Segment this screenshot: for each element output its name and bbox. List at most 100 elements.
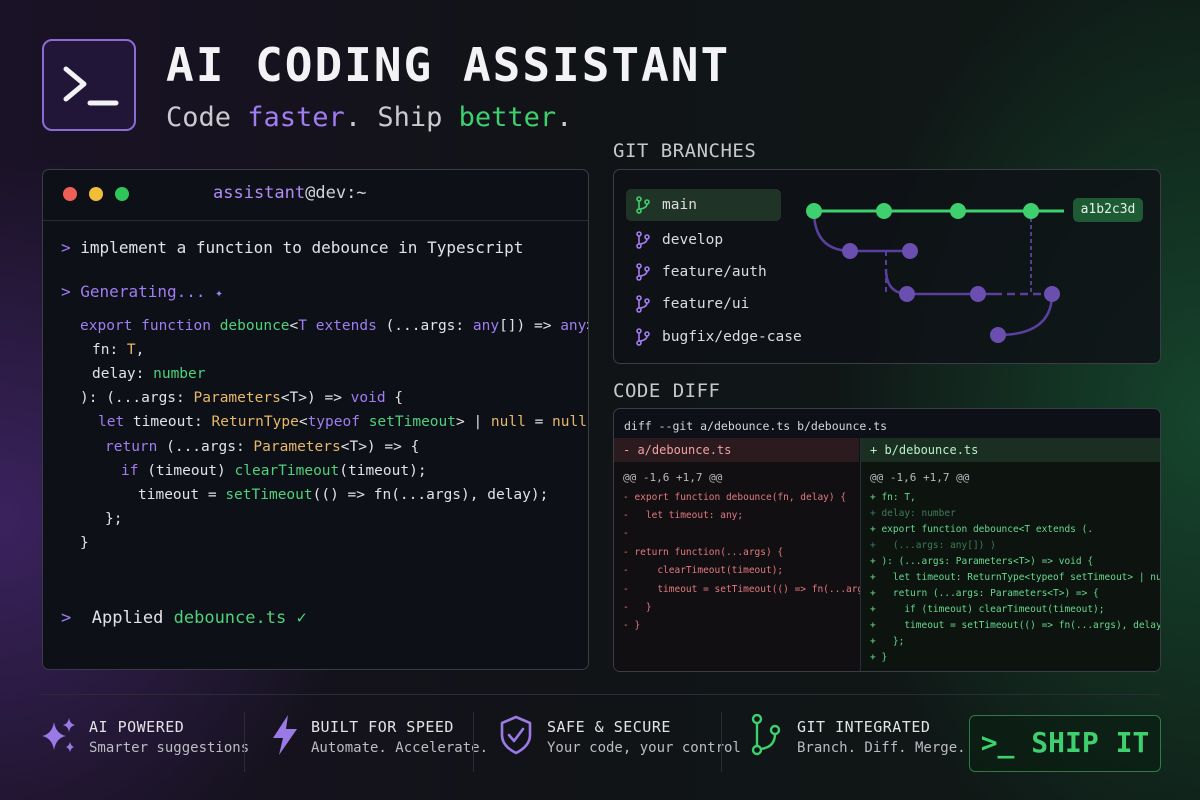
feature-subtitle: Branch. Diff. Merge. (797, 740, 966, 756)
diff-added-line: + return (...args: Parameters<T>) => { (870, 588, 1099, 599)
diff-added-line: + }; (870, 636, 905, 647)
diff-added-line: + export function debounce<T extends (. (870, 524, 1094, 535)
git-branch-icon (636, 196, 650, 214)
footer-separator (721, 712, 722, 772)
terminal-title: assistant@dev:~ (213, 183, 367, 203)
commit-node (876, 203, 892, 219)
feature-subtitle: Your code, your control (547, 740, 741, 756)
branch-item-develop[interactable]: develop (626, 224, 781, 256)
terminal-window: assistant@dev:~ > implement a function t… (42, 169, 589, 670)
code-diff-heading: CODE DIFF (613, 380, 721, 402)
tagline: Code faster. Ship better. (166, 102, 573, 133)
commit-node (1044, 286, 1060, 302)
commit-node (950, 203, 966, 219)
maximize-window-dot[interactable] (115, 187, 129, 201)
diff-hunk-header: @@ -1,6 +1,7 @@ (870, 471, 970, 484)
feature-ai-powered: AI POWERED Smarter suggestions (40, 712, 249, 772)
diff-added-line: + let timeout: ReturnType<typeof setTime… (870, 572, 1161, 583)
minimize-window-dot[interactable] (89, 187, 103, 201)
diff-added-line: + fn: T, (870, 492, 916, 503)
git-branch-icon (636, 295, 650, 313)
git-branch-icon (636, 328, 650, 346)
shield-check-icon (500, 715, 532, 755)
branch-label: develop (662, 232, 724, 248)
feature-title: BUILT FOR SPEED (311, 718, 454, 736)
diff-right-filename: + b/debounce.ts (861, 438, 1160, 462)
diff-removed-line: - let timeout: any; (623, 510, 744, 521)
diff-added-line: + } (870, 652, 888, 663)
feature-title: SAFE & SECURE (547, 718, 671, 736)
diff-added-line: + (...args: any[]) ) (870, 540, 996, 551)
close-window-dot[interactable] (63, 187, 77, 201)
code-line: let timeout: ReturnType<typeof setTimeou… (98, 414, 588, 430)
code-line: return (...args: Parameters<T>) => { (105, 439, 420, 455)
commit-hash-badge[interactable]: a1b2c3d (1073, 198, 1143, 222)
diff-removed-line: - clearTimeout(timeout); (623, 565, 784, 576)
diff-removed-line: - export function debounce(fn, delay) { (623, 492, 847, 503)
check-icon: ✓ (296, 608, 307, 628)
diff-added-line: + delay: number (870, 508, 956, 519)
git-branch-icon (636, 231, 650, 249)
branch-item-feature-auth[interactable]: feature/auth (626, 256, 781, 288)
lightning-icon (273, 715, 297, 755)
git-branch-icon (636, 263, 650, 281)
branch-item-feature-ui[interactable]: feature/ui (626, 288, 781, 320)
code-line: ): (...args: Parameters<T>) => void { (80, 390, 404, 406)
branch-label: main (662, 197, 697, 213)
diff-added-line: + timeout = setTimeout(() => fn(...args)… (870, 620, 1161, 631)
diff-removed-line: - (623, 528, 629, 539)
commit-node (970, 286, 986, 302)
code-line: }; (105, 511, 123, 527)
diff-left-filename: - a/debounce.ts (614, 438, 859, 462)
terminal-title-bar: assistant@dev:~ (43, 170, 588, 221)
feature-title: AI POWERED (89, 718, 185, 736)
diff-removed-line: - } (623, 620, 641, 631)
terminal-prompt-icon (63, 66, 119, 106)
commit-node (1023, 203, 1039, 219)
branch-label: feature/ui (662, 296, 750, 312)
feature-git-integrated: GIT INTEGRATED Branch. Diff. Merge. (750, 712, 966, 772)
diff-right-pane: + b/debounce.ts @@ -1,6 +1,7 @@ + fn: T,… (860, 438, 1161, 671)
commit-node (902, 243, 918, 259)
diff-header: diff --git a/debounce.ts b/debounce.ts (624, 419, 888, 433)
code-line: delay: number (92, 366, 206, 382)
feature-subtitle: Automate. Accelerate. (311, 740, 489, 756)
diff-removed-line: - } (623, 602, 652, 613)
ship-it-button[interactable]: >_ SHIP IT (969, 715, 1161, 772)
git-branch-icon (751, 714, 781, 756)
terminal-logo (42, 39, 136, 131)
commit-node (806, 203, 822, 219)
diff-added-line: + if (timeout) clearTimeout(timeout); (870, 604, 1105, 615)
code-line: } (80, 535, 89, 551)
footer-divider (40, 694, 1160, 695)
code-diff-panel: diff --git a/debounce.ts b/debounce.ts -… (613, 408, 1161, 672)
sparkle-icon: ✦ (215, 286, 223, 301)
branch-item-bugfix-edge-case[interactable]: bugfix/edge-case (626, 321, 802, 353)
code-line: fn: T, (92, 342, 145, 358)
commit-node (990, 327, 1006, 343)
diff-removed-line: - return function(...args) { (623, 547, 784, 558)
code-line: timeout = setTimeout(() => fn(...args), … (138, 487, 549, 503)
code-line: if (timeout) clearTimeout(timeout); (121, 463, 427, 479)
feature-subtitle: Smarter suggestions (89, 740, 250, 756)
commit-node (899, 286, 915, 302)
applied-status: > Applied debounce.ts ✓ (61, 608, 307, 628)
feature-safe-secure: SAFE & SECURE Your code, your control (499, 712, 741, 772)
branch-label: feature/auth (662, 264, 767, 280)
feature-title: GIT INTEGRATED (797, 718, 931, 736)
command-line: > implement a function to debounce in Ty… (61, 238, 524, 257)
page-title: AI CODING ASSISTANT (166, 38, 731, 92)
feature-built-for-speed: BUILT FOR SPEED Automate. Accelerate. (270, 712, 488, 772)
git-branches-heading: GIT BRANCHES (613, 140, 757, 162)
diff-left-pane: - a/debounce.ts @@ -1,6 +1,7 @@ - export… (614, 438, 926, 671)
generating-status: > Generating... ✦ (61, 282, 223, 301)
diff-hunk-header: @@ -1,6 +1,7 @@ (623, 471, 723, 484)
commit-node (842, 243, 858, 259)
footer-separator (473, 712, 474, 772)
branch-label: bugfix/edge-case (662, 329, 802, 345)
diff-added-line: + ): (...args: Parameters<T>) => void { (870, 556, 1094, 567)
sparkles-icon (42, 718, 75, 752)
branch-item-main[interactable]: main (626, 189, 781, 221)
code-line: export function debounce<T extends (...a… (80, 318, 588, 334)
footer-separator (244, 712, 245, 772)
